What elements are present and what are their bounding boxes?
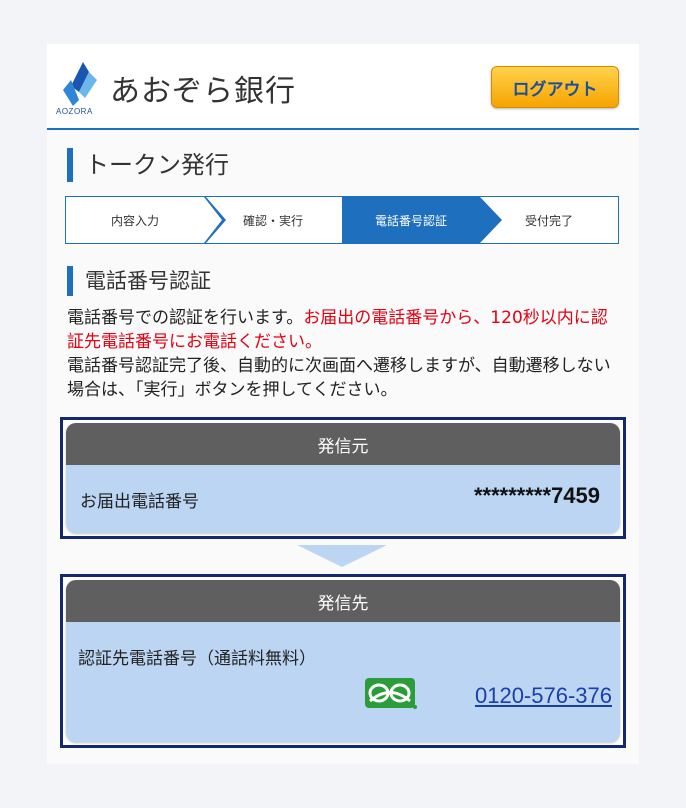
- step-label: 受付完了: [524, 213, 573, 228]
- registered-phone-label: お届出電話番号: [80, 492, 199, 512]
- step-label: 電話番号認証: [374, 213, 447, 228]
- instruction-text: 電話番号での認証を行います。お届出の電話番号から、120秒以内に認証先電話番号に…: [67, 306, 623, 402]
- destination-panel-heading: 発信先: [66, 580, 620, 622]
- destination-body: 認証先電話番号（通話料無料） 0120-576-376: [66, 622, 620, 742]
- instruction-normal-1: 電話番号での認証を行います。: [67, 308, 304, 328]
- bank-name: あおぞら銀行: [110, 74, 296, 109]
- destination-panel-inner: 発信先 認証先電話番号（通話料無料） 0120-576-376: [66, 580, 620, 742]
- logo-subtext: AOZORA: [56, 107, 93, 116]
- auth-phone-link[interactable]: 0120-576-376: [475, 683, 612, 709]
- logout-button[interactable]: ログアウト: [491, 66, 619, 108]
- instruction-normal-2: 電話番号認証完了後、自動的に次画面へ遷移しますが、自動遷移しない場合は、「実行」…: [67, 356, 611, 400]
- section-title: 電話番号認証: [67, 266, 211, 296]
- header: AOZORA あおぞら銀行 ログアウト: [47, 44, 639, 130]
- step-arrow-icon: [480, 197, 502, 243]
- auth-phone-label: 認証先電話番号（通話料無料）: [78, 649, 316, 669]
- aozora-logo-icon: [63, 62, 97, 106]
- down-arrow-icon: [297, 545, 387, 567]
- destination-panel: 発信先 認証先電話番号（通話料無料） 0120-576-376: [60, 574, 626, 748]
- page-title: トークン発行: [67, 148, 229, 182]
- step-arrow-icon: [204, 197, 226, 243]
- caller-row: お届出電話番号 *********7459: [66, 465, 620, 533]
- caller-panel-heading: 発信元: [66, 423, 620, 465]
- screen: AOZORA あおぞら銀行 ログアウト トークン発行 内容入力 確認・実行 電話…: [47, 44, 639, 764]
- step-label: 確認・実行: [242, 213, 303, 228]
- step-label: 内容入力: [110, 213, 159, 228]
- step-indicator: 内容入力 確認・実行 電話番号認証 受付完了: [65, 196, 619, 244]
- step-input: 内容入力: [66, 197, 226, 243]
- freedial-icon: [365, 678, 417, 709]
- caller-panel: 発信元 お届出電話番号 *********7459: [60, 417, 626, 539]
- caller-panel-inner: 発信元 お届出電話番号 *********7459: [66, 423, 620, 533]
- step-arrow-icon: [342, 197, 364, 243]
- registered-phone-value: *********7459: [474, 483, 600, 508]
